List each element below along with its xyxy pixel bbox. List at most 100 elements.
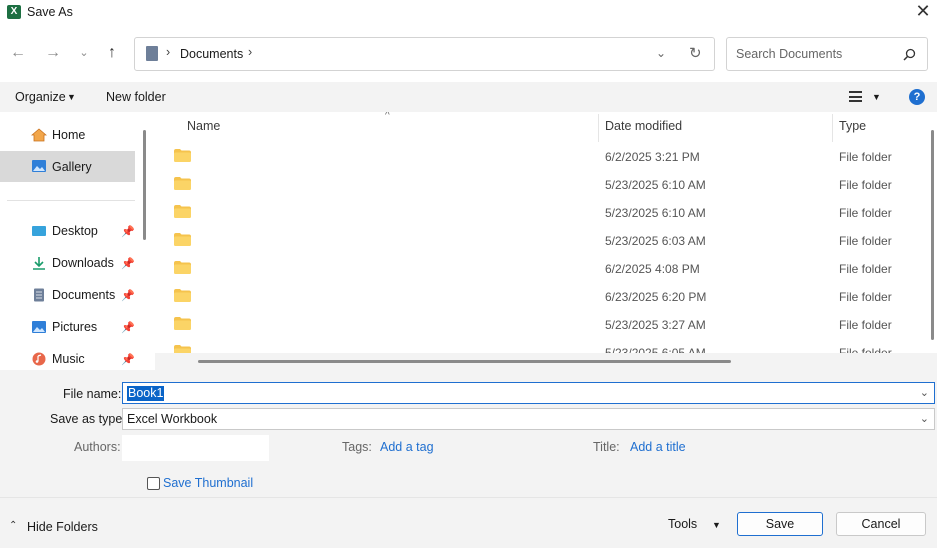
sidebar-item-label: Documents: [52, 288, 116, 302]
file-type: File folder: [839, 234, 892, 248]
file-name-dropdown-chevron-icon[interactable]: ⌄: [920, 386, 929, 399]
date-modified: 5/23/2025 6:10 AM: [605, 178, 706, 192]
date-modified: 5/23/2025 6:10 AM: [605, 206, 706, 220]
documents-icon: [34, 288, 44, 302]
add-title-link[interactable]: Add a title: [630, 440, 686, 454]
column-header-type[interactable]: Type: [839, 119, 866, 133]
pin-icon: 📌: [121, 290, 135, 302]
address-bar[interactable]: › Documents › ⌄ ↻: [134, 37, 715, 71]
hide-folders-chevron-icon[interactable]: ⌃: [9, 520, 17, 531]
file-row[interactable]: 5/23/2025 6:10 AM File folder: [155, 198, 923, 226]
sidebar-item-pictures[interactable]: Pictures 📌: [0, 312, 135, 342]
file-row[interactable]: 6/2/2025 4:08 PM File folder: [155, 254, 923, 282]
cancel-button[interactable]: Cancel: [836, 512, 926, 536]
file-type: File folder: [839, 206, 892, 220]
pictures-icon: [32, 321, 46, 333]
save-thumbnail-label[interactable]: Save Thumbnail: [163, 476, 253, 490]
save-as-type-value: Excel Workbook: [127, 412, 218, 426]
pin-icon: 📌: [121, 354, 135, 366]
sidebar-scrollbar[interactable]: [143, 130, 146, 240]
address-dropdown-chevron-icon[interactable]: ⌄: [656, 46, 666, 60]
file-type: File folder: [839, 290, 892, 304]
sidebar-item-music[interactable]: Music 📌: [0, 344, 135, 370]
tools-chevron-icon[interactable]: ▼: [712, 520, 721, 530]
view-options-chevron-icon[interactable]: ▼: [872, 92, 881, 102]
sidebar-item-documents[interactable]: Documents 📌: [0, 280, 135, 310]
save-as-type-select[interactable]: Excel Workbook ⌄: [122, 408, 935, 430]
navigation-bar: ← → ⌄ ↑ › Documents › ⌄ ↻ Search Documen…: [0, 26, 937, 82]
file-row[interactable]: 6/23/2025 6:20 PM File folder: [155, 282, 923, 310]
file-list-vertical-scrollbar[interactable]: [931, 130, 934, 340]
file-row[interactable]: 5/23/2025 6:10 AM File folder: [155, 170, 923, 198]
file-list-horizontal-scrollbar[interactable]: [198, 360, 731, 363]
gallery-icon: [32, 160, 46, 172]
sidebar-item-home[interactable]: Home: [0, 120, 135, 150]
documents-location-icon: [146, 46, 158, 61]
folder-icon: [174, 233, 191, 246]
command-toolbar: Organize ▼ New folder ▼ ?: [0, 82, 937, 112]
new-folder-button[interactable]: New folder: [106, 90, 166, 104]
date-modified: 5/23/2025 6:03 AM: [605, 234, 706, 248]
date-modified: 6/2/2025 3:21 PM: [605, 150, 700, 164]
close-icon[interactable]: ✕: [912, 2, 934, 22]
help-icon[interactable]: ?: [909, 89, 925, 105]
organize-button[interactable]: Organize: [15, 90, 66, 104]
folder-icon: [174, 289, 191, 302]
home-icon: [31, 128, 47, 142]
sidebar-divider: [7, 200, 135, 201]
save-thumbnail-checkbox[interactable]: [147, 477, 160, 490]
pin-icon: 📌: [121, 322, 135, 334]
save-button[interactable]: Save: [737, 512, 823, 536]
sidebar-item-label: Desktop: [52, 224, 98, 238]
sidebar-item-downloads[interactable]: Downloads 📌: [0, 248, 135, 278]
date-modified: 6/2/2025 4:08 PM: [605, 262, 700, 276]
sidebar-item-desktop[interactable]: Desktop 📌: [0, 216, 135, 246]
column-divider[interactable]: [598, 114, 599, 142]
refresh-icon[interactable]: ↻: [689, 44, 702, 62]
back-arrow-icon[interactable]: ←: [5, 40, 31, 66]
recent-locations-chevron-icon[interactable]: ⌄: [71, 40, 97, 66]
save-as-type-chevron-icon[interactable]: ⌄: [920, 412, 929, 425]
desktop-icon: [32, 226, 46, 236]
file-name-label: File name:: [63, 387, 122, 401]
column-header-date-modified[interactable]: Date modified: [605, 119, 682, 133]
file-row[interactable]: 5/23/2025 6:03 AM File folder: [155, 226, 923, 254]
file-type: File folder: [839, 150, 892, 164]
authors-input[interactable]: [122, 435, 269, 461]
view-options-icon[interactable]: [849, 91, 862, 102]
footer-divider: [0, 497, 937, 498]
search-icon[interactable]: [903, 48, 916, 61]
file-name-input[interactable]: Book1 ⌄: [122, 382, 935, 404]
column-header-name[interactable]: Name: [187, 119, 220, 133]
sidebar-item-label: Music: [52, 352, 85, 366]
breadcrumb-documents[interactable]: Documents: [180, 47, 243, 61]
downloads-icon: [33, 257, 45, 270]
excel-app-icon: X: [7, 5, 21, 19]
file-row[interactable]: 5/23/2025 3:27 AM File folder: [155, 310, 923, 338]
breadcrumb-separator[interactable]: ›: [248, 45, 252, 59]
tools-button[interactable]: Tools: [668, 517, 697, 531]
sidebar-item-gallery[interactable]: Gallery: [0, 151, 135, 182]
sidebar-item-label: Gallery: [52, 160, 92, 174]
organize-chevron-icon[interactable]: ▼: [67, 92, 76, 102]
pin-icon: 📌: [121, 226, 135, 238]
authors-label: Authors:: [74, 440, 121, 454]
sidebar-item-label: Pictures: [52, 320, 98, 334]
file-list: ^ Name Date modified Type 6/2/2025 3:21 …: [155, 112, 937, 370]
pin-icon: 📌: [121, 258, 135, 270]
hide-folders-button[interactable]: Hide Folders: [27, 520, 98, 534]
file-row[interactable]: 6/2/2025 3:21 PM File folder: [155, 142, 923, 170]
add-tag-link[interactable]: Add a tag: [380, 440, 434, 454]
forward-arrow-icon[interactable]: →: [40, 40, 66, 66]
title-label: Title:: [593, 440, 620, 454]
file-type: File folder: [839, 262, 892, 276]
up-arrow-icon[interactable]: ↑: [99, 40, 125, 66]
folder-icon: [174, 149, 191, 162]
search-input[interactable]: Search Documents: [726, 37, 928, 71]
column-divider[interactable]: [832, 114, 833, 142]
file-type: File folder: [839, 318, 892, 332]
window-title: Save As: [27, 5, 73, 19]
title-bar: X Save As ✕: [0, 0, 937, 26]
sidebar-item-label: Home: [52, 128, 86, 142]
breadcrumb-separator: ›: [166, 45, 171, 59]
